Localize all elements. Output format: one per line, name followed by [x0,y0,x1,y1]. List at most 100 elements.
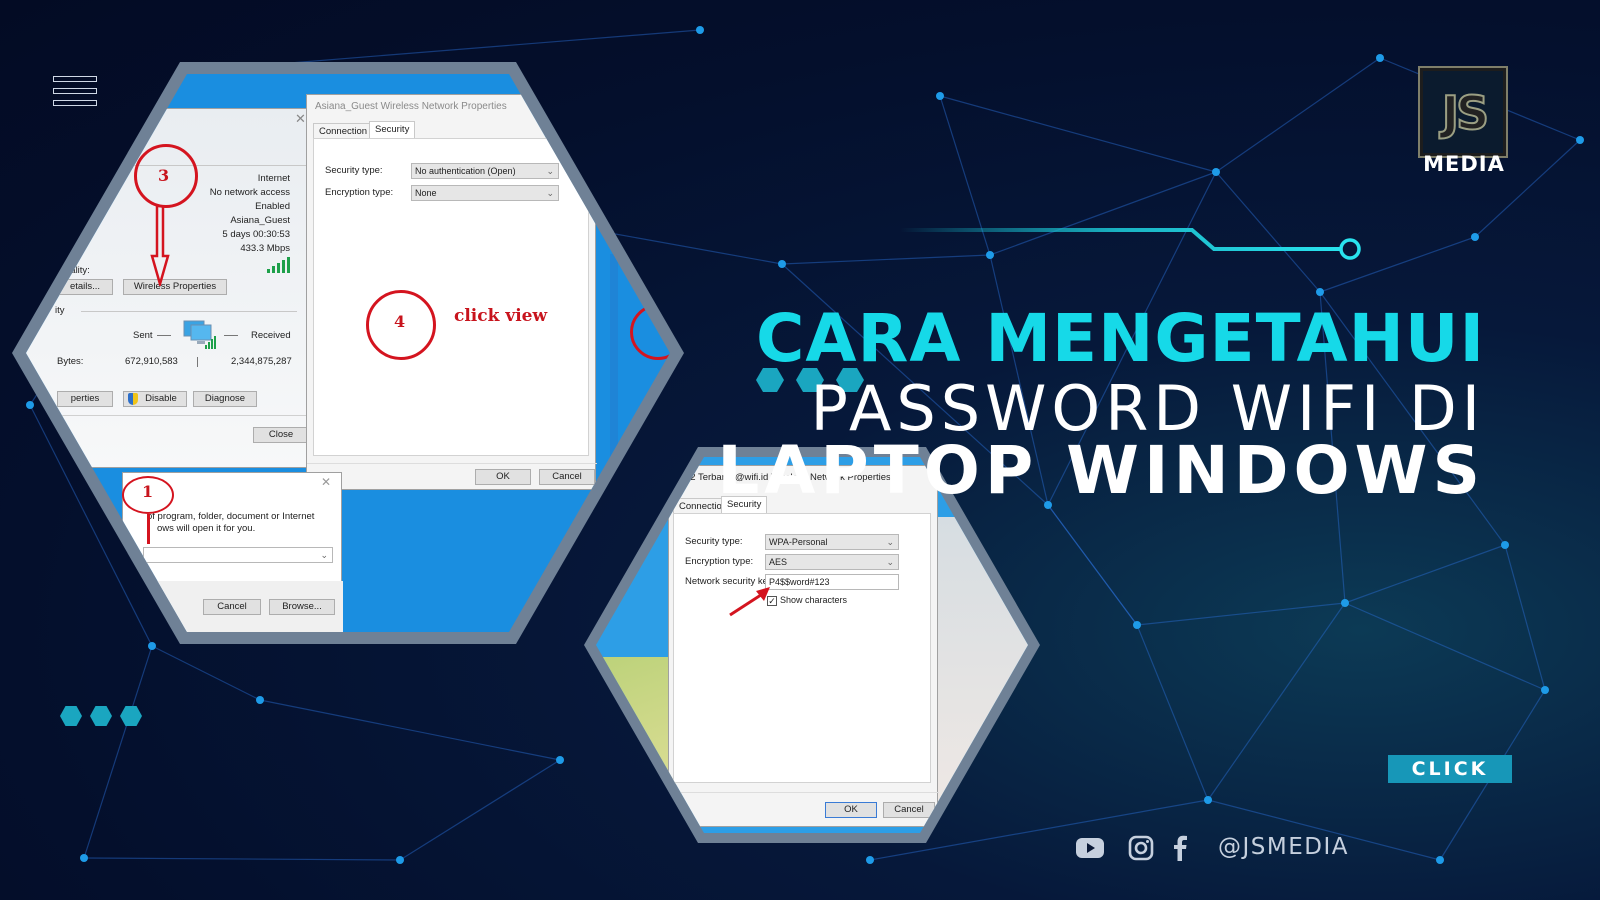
network-node [80,854,88,862]
ok-button[interactable]: OK [825,802,877,818]
browse-button[interactable]: Browse... [269,599,335,615]
disable-button[interactable]: Disable [123,391,187,407]
network-line [1136,624,1209,801]
network-node [866,856,874,864]
signal-bars-icon [267,257,291,273]
network-line [1136,602,1346,626]
properties-button[interactable]: perties [57,391,113,407]
security-type-label: Security type: [685,536,743,547]
network-node [26,401,34,409]
bytes-received-value: 2,344,875,287 [231,356,292,367]
social-handle: @JSMEDIA [1218,834,1349,860]
network-line [259,699,561,761]
diagnose-button[interactable]: Diagnose [193,391,257,407]
media-state-value: Enabled [255,201,290,212]
close-icon[interactable]: ✕ [321,475,331,489]
network-node [1316,288,1324,296]
down-arrow-icon [150,206,170,286]
circuit-line-decoration [900,228,1361,260]
network-line [151,645,261,701]
connection-value: Internet [257,173,290,184]
network-line [1504,544,1546,691]
security-type-select[interactable]: No authentication (Open) ⌄ [411,163,559,179]
run-cancel-button[interactable]: Cancel [203,599,261,615]
click-button[interactable]: CLICK [1388,755,1512,783]
run-open-input[interactable]: ⌄ [143,547,333,563]
chevron-down-icon: ⌄ [320,550,328,560]
encryption-type-value: AES [769,557,788,567]
network-node [148,642,156,650]
ok-button[interactable]: OK [475,469,531,485]
cancel-button[interactable]: Cancel [539,469,595,485]
network-node [556,756,564,764]
wireless-properties-button[interactable]: Wireless Properties [123,279,227,295]
logo-mark: JS [1441,85,1490,141]
network-line [1344,602,1546,691]
encryption-type-value: None [415,188,437,198]
network-line [939,95,1217,173]
network-node [1341,599,1349,607]
headline-line-1: CARA MENGETAHUI [755,300,1485,377]
network-node [696,26,704,34]
network-line [399,759,561,861]
network-line [83,857,401,861]
close-button[interactable]: Close [253,427,309,443]
network-node [1212,168,1220,176]
encryption-type-label: Encryption type: [685,556,754,567]
logo-label: MEDIA [1423,152,1505,176]
tab-connection[interactable]: Connection [313,123,374,139]
network-node [1436,856,1444,864]
chevron-down-icon: ⌄ [886,537,894,547]
bytes-sent-value: 672,910,583 [125,356,178,367]
network-node [1501,541,1509,549]
network-node [1471,233,1479,241]
youtube-icon[interactable] [1076,835,1104,863]
instagram-icon[interactable] [1128,835,1154,863]
security-type-value: No authentication (Open) [415,166,516,176]
click-view-note: click view [454,306,548,326]
network-line [609,232,783,265]
show-characters-label: Show characters [780,595,848,605]
chevron-down-icon: ⌄ [886,557,894,567]
network-node [778,260,786,268]
close-icon[interactable]: ✕ [295,111,306,127]
network-line [1215,57,1381,173]
facebook-icon[interactable] [1172,835,1188,863]
shield-icon [128,393,138,405]
details-button[interactable]: etails... [57,279,113,295]
encryption-type-select[interactable]: None ⌄ [411,185,559,201]
network-node [1541,686,1549,694]
chevron-down-icon: ⌄ [546,188,554,198]
security-type-value: WPA-Personal [769,537,828,547]
network-node [256,696,264,704]
network-computers-icon [181,319,219,351]
security-key-input[interactable]: P4$$word#123 [765,574,899,590]
network-node [1133,621,1141,629]
chevron-down-icon: ⌄ [546,166,554,176]
dialog-title: Asiana_Guest Wireless Network Properties [315,101,507,112]
security-type-select[interactable]: WPA-Personal ⌄ [765,534,899,550]
step-1-number: 1 [142,482,154,501]
bytes-label: Bytes: [57,356,84,367]
network-node [1204,796,1212,804]
network-line [83,645,153,859]
security-type-label: Security type: [325,165,383,176]
encryption-type-select[interactable]: AES ⌄ [765,554,899,570]
wireless-properties-dialog: Asiana_Guest Wireless Network Properties… [306,94,597,490]
network-line [1344,544,1506,604]
cancel-button[interactable]: Cancel [883,802,935,818]
tab-security[interactable]: Security [369,121,416,139]
hamburger-menu-icon[interactable] [53,76,97,106]
wifi-properties-dialog: XN2 Terbang @wifi.id Wireless Network Pr… [668,465,939,827]
step-1-line [147,514,150,544]
network-node [1376,54,1384,62]
ssid-value: Asiana_Guest [230,215,290,226]
speed-value: 433.3 Mbps [240,243,290,254]
run-description-line2: ows will open it for you. [157,523,256,534]
network-line [1047,504,1138,626]
sent-label: Sent [133,330,153,341]
network-node [1576,136,1584,144]
signal-quality-label: uality: [65,265,90,276]
network-node [936,92,944,100]
received-label: Received [251,330,291,341]
